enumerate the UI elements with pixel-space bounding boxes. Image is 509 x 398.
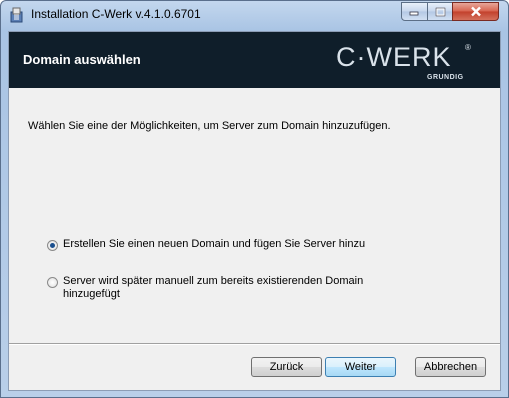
page-title: Domain auswählen bbox=[23, 52, 141, 67]
back-button[interactable]: Zurück bbox=[251, 357, 322, 377]
option-create-domain[interactable]: Erstellen Sie einen neuen Domain und füg… bbox=[47, 238, 365, 251]
maximize-button[interactable] bbox=[427, 2, 453, 21]
installer-window: Installation C-Werk v.4.1.0.6701 Domain … bbox=[0, 0, 509, 398]
close-icon bbox=[470, 6, 481, 17]
option-add-later[interactable]: Server wird später manuell zum bereits e… bbox=[47, 275, 377, 301]
grundig-logo: GRUNDIG bbox=[427, 74, 464, 81]
header-banner: Domain auswählen C·WERK ® GRUNDIG bbox=[9, 32, 500, 88]
content-area: Wählen Sie eine der Möglichkeiten, um Se… bbox=[9, 88, 500, 343]
minimize-button[interactable] bbox=[401, 2, 428, 21]
radio-create-domain[interactable] bbox=[47, 240, 58, 251]
minimize-icon bbox=[409, 11, 419, 16]
next-button[interactable]: Weiter bbox=[325, 357, 396, 377]
radio-add-later[interactable] bbox=[47, 277, 58, 288]
maximize-icon bbox=[435, 7, 445, 16]
instruction-text: Wählen Sie eine der Möglichkeiten, um Se… bbox=[28, 120, 391, 132]
cwerk-logo: C·WERK bbox=[336, 42, 452, 72]
logo-registered-mark: ® bbox=[465, 43, 471, 52]
dialog-client: Domain auswählen C·WERK ® GRUNDIG Wählen… bbox=[8, 31, 501, 391]
cancel-button[interactable]: Abbrechen bbox=[415, 357, 486, 377]
title-bar[interactable]: Installation C-Werk v.4.1.0.6701 bbox=[1, 1, 508, 29]
option-create-domain-label[interactable]: Erstellen Sie einen neuen Domain und füg… bbox=[63, 238, 365, 251]
installer-icon bbox=[10, 7, 23, 23]
window-title: Installation C-Werk v.4.1.0.6701 bbox=[31, 7, 201, 21]
option-add-later-label[interactable]: Server wird später manuell zum bereits e… bbox=[63, 275, 377, 301]
close-button[interactable] bbox=[452, 2, 499, 21]
button-separator bbox=[9, 343, 500, 345]
